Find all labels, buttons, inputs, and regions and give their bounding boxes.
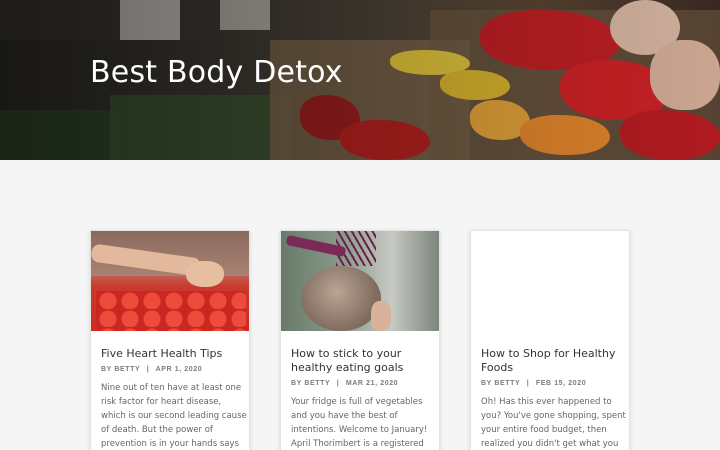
post-title[interactable]: How to Shop for Healthy Foods: [481, 347, 625, 375]
post-thumbnail-beet[interactable]: [281, 231, 439, 331]
post-excerpt: Nine out of ten have at least one risk f…: [101, 383, 247, 449]
post-meta: BY BETTY | MAR 21, 2020: [291, 380, 398, 387]
post-title[interactable]: Five Heart Health Tips: [101, 347, 245, 361]
post-author-link[interactable]: BETTY: [114, 366, 140, 373]
post-excerpt: Your fridge is full of vegetables and yo…: [291, 397, 428, 449]
post-date: APR 1, 2020: [155, 366, 203, 373]
meta-divider: |: [146, 366, 150, 373]
blog-post-card[interactable]: How to stick to your healthy eating goal…: [280, 230, 440, 450]
post-date: FEB 15, 2020: [535, 380, 587, 387]
post-date: MAR 21, 2020: [345, 380, 399, 387]
author-prefix: BY: [101, 366, 112, 373]
post-excerpt: Oh! Has this ever happened to you? You'v…: [481, 397, 626, 449]
post-meta: BY BETTY | APR 1, 2020: [101, 366, 202, 373]
page-title: Best Body Detox: [90, 55, 343, 90]
post-title[interactable]: How to stick to your healthy eating goal…: [291, 347, 435, 375]
meta-divider: |: [526, 380, 530, 387]
author-prefix: BY: [481, 380, 492, 387]
author-prefix: BY: [291, 380, 302, 387]
post-author-link[interactable]: BETTY: [494, 380, 520, 387]
post-thumbnail-placeholder[interactable]: [471, 231, 629, 331]
post-meta: BY BETTY | FEB 15, 2020: [481, 380, 586, 387]
hero-banner: Best Body Detox: [0, 0, 720, 160]
blog-post-card[interactable]: Five Heart Health Tips BY BETTY | APR 1,…: [90, 230, 250, 450]
blog-post-card[interactable]: How to Shop for Healthy Foods BY BETTY |…: [470, 230, 630, 450]
meta-divider: |: [336, 380, 340, 387]
post-thumbnail-tomatoes[interactable]: [91, 231, 249, 331]
post-author-link[interactable]: BETTY: [304, 380, 330, 387]
